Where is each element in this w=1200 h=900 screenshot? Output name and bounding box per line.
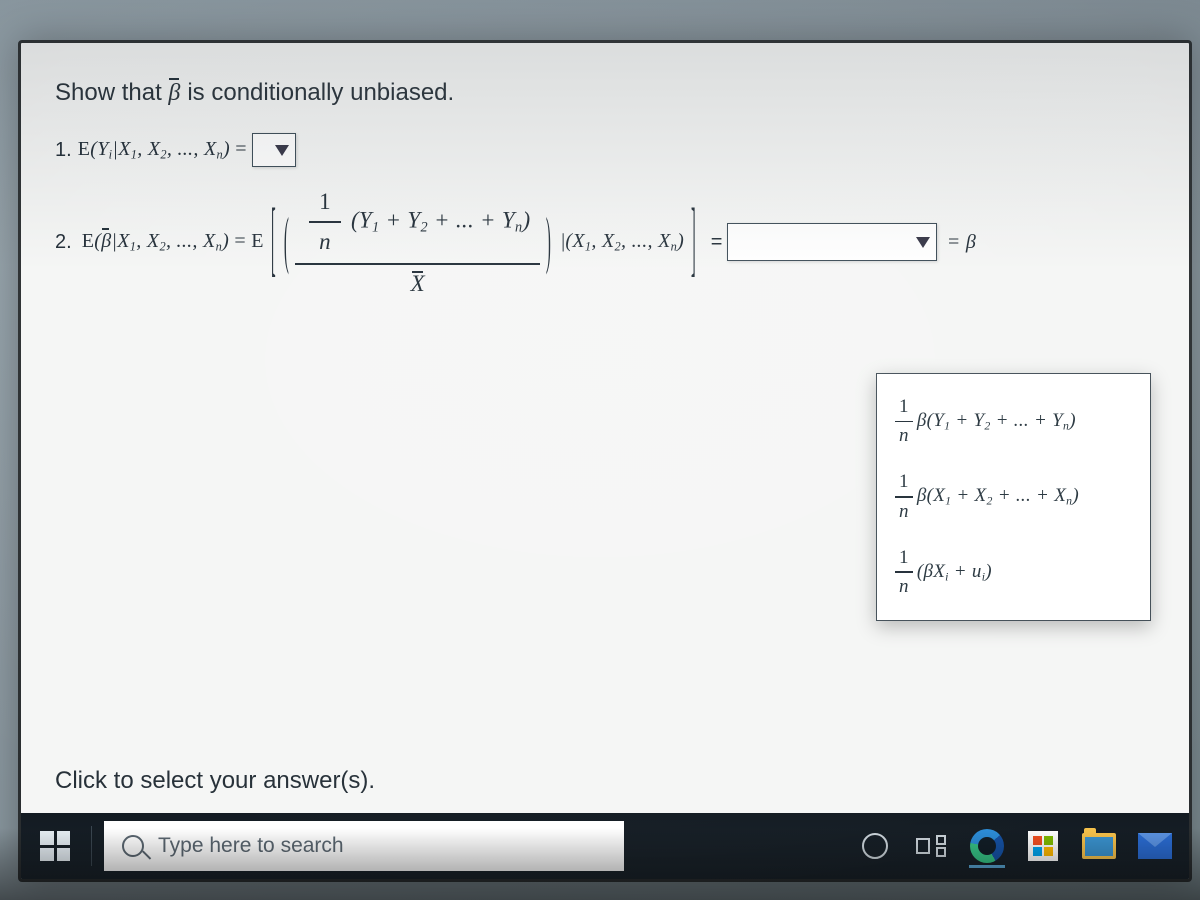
question-prompt: Show that β is conditionally unbiased. xyxy=(55,79,1155,107)
question-item-2: 2. E(β|X1, X2, ..., Xn) = E [ ( 1 n (Y1 … xyxy=(55,185,1155,299)
item-2-dropdown-list[interactable]: 1 n β(Y1 + Y2 + ... + Yn) 1 n β(X1 + X2 … xyxy=(876,373,1151,621)
item-2-equals: = xyxy=(711,231,723,254)
item-2-big-fraction: 1 n (Y1 + Y2 + ... + Yn) X xyxy=(295,185,540,299)
prompt-suffix: is conditionally unbiased. xyxy=(187,79,454,106)
dropdown-option-1[interactable]: 1 n β(Y1 + Y2 + ... + Yn) xyxy=(877,384,1150,459)
edge-app[interactable] xyxy=(963,822,1011,870)
task-view-button[interactable] xyxy=(907,822,955,870)
beta-hat-symbol: β xyxy=(168,80,180,107)
search-box[interactable]: Type here to search xyxy=(104,821,624,871)
file-explorer-app[interactable] xyxy=(1075,822,1123,870)
item-2-lhs: E(β|X1, X2, ..., Xn) = E xyxy=(82,230,264,255)
taskbar: Type here to search xyxy=(21,813,1189,879)
mail-icon xyxy=(1138,833,1172,859)
item-1-dropdown[interactable] xyxy=(252,133,296,167)
cortana-button[interactable] xyxy=(851,822,899,870)
footer-hint: Click to select your answer(s). xyxy=(55,767,375,795)
start-button[interactable] xyxy=(31,822,79,870)
question-item-1: 1. E(Yi|X1, X2, ..., Xn) = xyxy=(55,133,1155,167)
item-2-number: 2. xyxy=(55,231,72,254)
one-over-n: 1 n xyxy=(309,187,341,257)
item-2-dropdown[interactable] xyxy=(727,223,937,261)
folder-icon xyxy=(1082,833,1116,859)
circle-icon xyxy=(862,833,888,859)
taskbar-divider xyxy=(91,826,92,866)
item-2-indicator: |(X1, X2, ..., Xn) xyxy=(561,230,684,255)
microsoft-store-icon xyxy=(1028,831,1058,861)
chevron-down-icon xyxy=(916,237,930,248)
dropdown-option-3[interactable]: 1 n (βXi + ui) xyxy=(877,535,1150,610)
item-1-number: 1. xyxy=(55,139,72,162)
item-1-expression: E(Yi|X1, X2, ..., Xn) = xyxy=(78,138,247,163)
store-app[interactable] xyxy=(1019,822,1067,870)
item-2-rhs-suffix: = β xyxy=(947,231,976,254)
mail-app[interactable] xyxy=(1131,822,1179,870)
edge-icon xyxy=(970,829,1004,863)
task-view-icon xyxy=(916,835,946,857)
search-icon xyxy=(122,835,144,857)
windows-icon xyxy=(33,824,77,868)
chevron-down-icon xyxy=(275,145,289,156)
search-placeholder: Type here to search xyxy=(158,834,344,858)
prompt-prefix: Show that xyxy=(55,79,168,106)
dropdown-option-2[interactable]: 1 n β(X1 + X2 + ... + Xn) xyxy=(877,459,1150,534)
